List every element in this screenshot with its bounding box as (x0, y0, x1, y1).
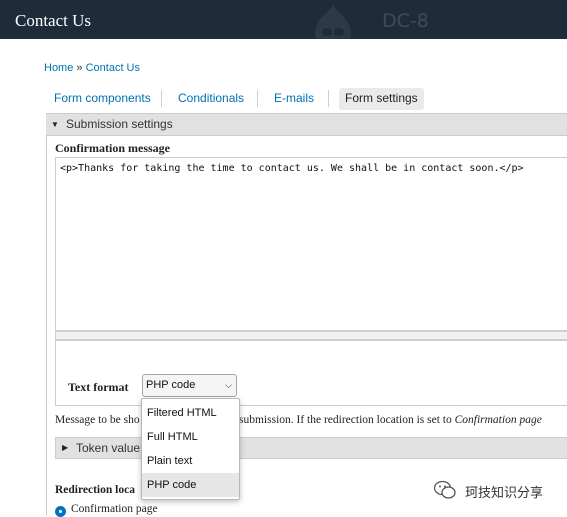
textarea-resize-grip[interactable] (55, 331, 567, 340)
confirmation-page-radio[interactable] (55, 506, 66, 517)
dropdown-option-php-code[interactable]: PHP code (142, 473, 239, 497)
text-format-wrapper (55, 340, 567, 406)
watermark-text: 珂技知识分享 (465, 486, 544, 501)
dropdown-option-filtered-html[interactable]: Filtered HTML (142, 401, 239, 425)
redirection-location-label: Redirection loca (55, 484, 135, 496)
site-title[interactable]: Contact Us (15, 11, 91, 31)
confirmation-description: submission. If the redirection location … (239, 414, 542, 426)
confirmation-description-emphasis: Confirmation page (454, 414, 542, 426)
tab-divider (328, 90, 329, 107)
drupal-logo-icon (315, 4, 351, 39)
content-region-border (46, 113, 47, 515)
confirmation-description-text: submission. If the redirection location … (239, 414, 455, 426)
confirmation-message-textarea[interactable]: <p>Thanks for taking the time to contact… (55, 157, 567, 331)
expanded-triangle-icon: ▼ (51, 120, 59, 129)
dropdown-option-plain-text[interactable]: Plain text (142, 449, 239, 473)
tab-form-components[interactable]: Form components (54, 88, 151, 110)
text-format-label: Text format (68, 380, 129, 394)
breadcrumb-current-link[interactable]: Contact Us (86, 62, 140, 74)
token-values-legend[interactable]: ▶ Token value (55, 437, 567, 459)
text-format-select[interactable]: PHP code ⌵ (142, 374, 237, 397)
submission-settings-legend[interactable]: ▼ Submission settings (46, 113, 567, 136)
tab-form-settings[interactable]: Form settings (339, 88, 424, 110)
dropdown-option-full-html[interactable]: Full HTML (142, 425, 239, 449)
tab-divider (161, 90, 162, 107)
text-format-selected-value: PHP code (146, 379, 196, 391)
site-header: Contact Us DC-8 (0, 0, 567, 39)
breadcrumb-home-link[interactable]: Home (44, 62, 73, 74)
token-values-label: Token value (76, 441, 141, 455)
confirmation-message-label: Confirmation message (55, 141, 170, 155)
text-format-dropdown: Filtered HTML Full HTML Plain text PHP c… (141, 398, 240, 500)
confirmation-description-start: Message to be sho (55, 414, 140, 426)
tab-conditionals[interactable]: Conditionals (178, 88, 244, 110)
chevron-down-icon: ⌵ (225, 380, 232, 390)
breadcrumb: Home » Contact Us (44, 62, 140, 74)
wechat-icon (434, 480, 456, 499)
tab-divider (257, 90, 258, 107)
breadcrumb-separator: » (76, 62, 83, 74)
collapsed-triangle-icon: ▶ (62, 443, 69, 452)
confirmation-page-radio-label: Confirmation page (71, 503, 158, 515)
brand-text: DC-8 (382, 10, 429, 32)
submission-settings-label: Submission settings (66, 117, 173, 131)
tab-emails[interactable]: E-mails (274, 88, 314, 110)
